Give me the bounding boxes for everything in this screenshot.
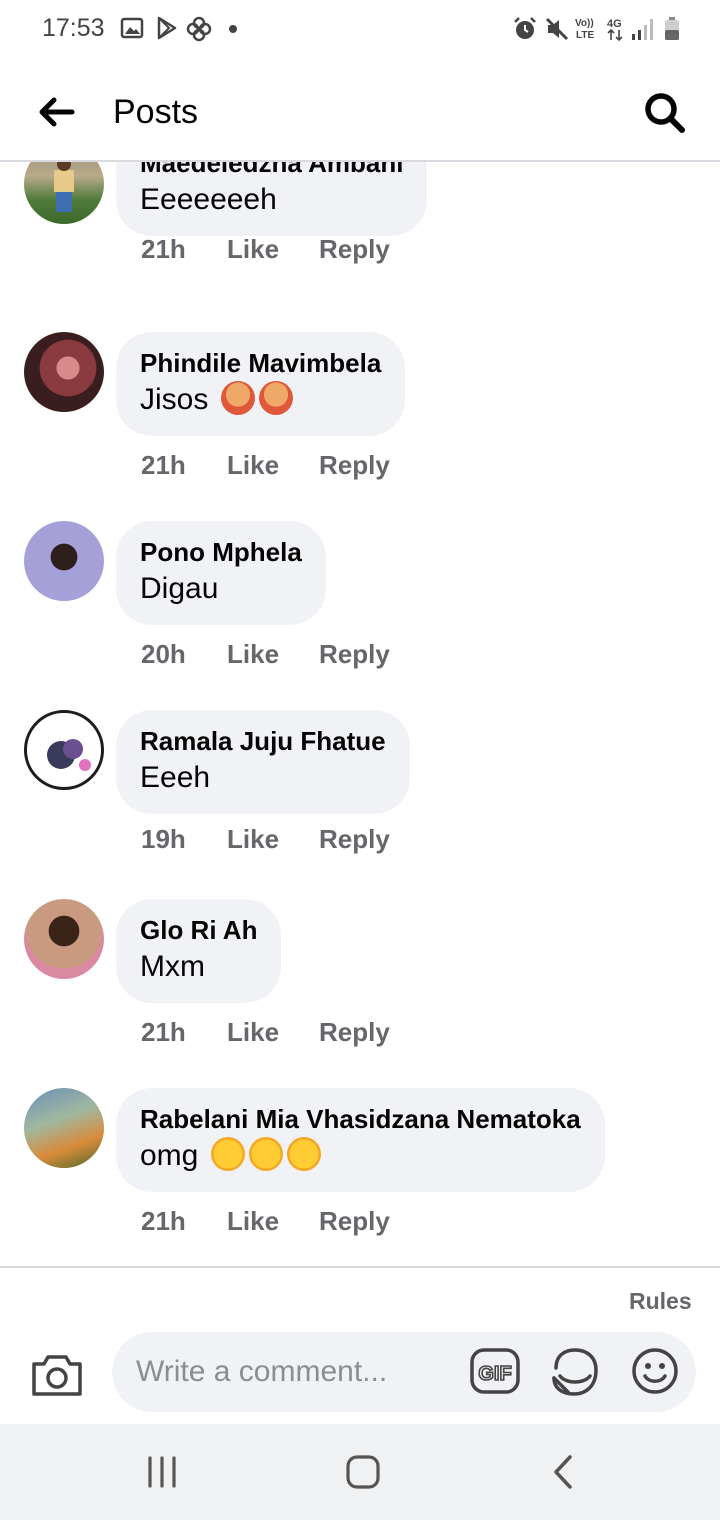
rofl-emoji [248, 1137, 283, 1171]
composer-divider [0, 1266, 720, 1268]
comment-actions: 20h Like Reply [141, 639, 390, 670]
smiley-icon[interactable] [630, 1346, 680, 1396]
comment-text: Jisos [140, 380, 381, 420]
comments-list: Maedeledzha Ambani Eeeeeeeh 21h Like Reply… [0, 162, 720, 1266]
comment-actions: 19h Like Reply [141, 824, 390, 855]
reply-button[interactable]: Reply [319, 1017, 390, 1048]
back-icon[interactable] [542, 1452, 586, 1492]
avatar[interactable] [24, 1088, 104, 1168]
comment-composer: GIF [112, 1332, 696, 1412]
gif-label: GIF [478, 1363, 511, 1385]
comment-author[interactable]: Glo Ri Ah [140, 913, 257, 947]
status-time: 17:53 [42, 14, 105, 42]
search-icon[interactable] [640, 88, 688, 136]
like-button[interactable]: Like [227, 1017, 319, 1048]
sticker-icon[interactable] [550, 1346, 600, 1398]
avatar[interactable] [24, 162, 104, 224]
comment-actions: 21h Like Reply [141, 1206, 390, 1237]
rofl-emoji [210, 1137, 245, 1171]
avatar[interactable] [24, 521, 104, 601]
page-title: Posts [113, 93, 199, 131]
comment-text: Digau [140, 572, 219, 605]
dot-icon [229, 25, 237, 33]
svg-text:4G: 4G [607, 18, 622, 30]
recent-apps-icon[interactable] [140, 1452, 184, 1492]
comment-bubble[interactable]: Maedeledzha Ambani Eeeeeeeh [116, 162, 428, 236]
pinwheel-icon [186, 16, 212, 42]
play-store-icon [157, 16, 177, 40]
reply-button[interactable]: Reply [319, 1206, 390, 1237]
comment-bubble[interactable]: Phindile Mavimbela Jisos [116, 332, 406, 436]
svg-text:Vo)): Vo)) [575, 18, 594, 29]
comment-text: Mxm [140, 950, 205, 983]
like-button[interactable]: Like [227, 234, 319, 265]
rofl-emoji [286, 1137, 321, 1171]
system-nav-bar [0, 1424, 720, 1520]
comment-bubble[interactable]: Pono Mphela Digau [116, 521, 326, 625]
camera-icon[interactable] [30, 1350, 84, 1400]
comment-time[interactable]: 20h [141, 639, 227, 670]
image-icon [120, 17, 144, 39]
like-button[interactable]: Like [227, 824, 319, 855]
comment-time[interactable]: 21h [141, 1017, 227, 1048]
comment-actions: 21h Like Reply [141, 1017, 390, 1048]
signal-icon [632, 19, 653, 40]
reply-button[interactable]: Reply [319, 639, 390, 670]
like-button[interactable]: Like [227, 450, 319, 481]
reply-button[interactable]: Reply [319, 824, 390, 855]
comment-time[interactable]: 21h [141, 450, 227, 481]
comment-author[interactable]: Maedeledzha Ambani [140, 162, 403, 180]
rules-link[interactable]: Rules [629, 1288, 692, 1315]
like-button[interactable]: Like [227, 1206, 319, 1237]
status-bar: 17:53 Vo)) LTE 4G [0, 0, 720, 60]
comment-bubble[interactable]: Glo Ri Ah Mxm [116, 899, 282, 1003]
comment-bubble[interactable]: Rabelani Mia Vhasidzana Nematoka omg [116, 1088, 605, 1192]
avatar[interactable] [24, 332, 104, 412]
arrow-left-icon[interactable] [34, 90, 78, 134]
svg-text:LTE: LTE [576, 30, 594, 41]
mute-icon [545, 17, 569, 41]
app-header: Posts [0, 60, 720, 162]
comment-time[interactable]: 21h [141, 1206, 227, 1237]
alarm-icon [514, 17, 536, 39]
comment-author[interactable]: Rabelani Mia Vhasidzana Nematoka [140, 1102, 581, 1136]
comment-author[interactable]: Ramala Juju Fhatue [140, 724, 386, 758]
comment-author[interactable]: Pono Mphela [140, 535, 302, 569]
comment-actions: 21h Like Reply [141, 450, 390, 481]
volte-icon: Vo)) LTE [575, 18, 594, 41]
reply-button[interactable]: Reply [319, 234, 390, 265]
comment-actions: 21h Like Reply [141, 234, 390, 265]
comment-text: Eeeeeeeh [140, 183, 277, 216]
comment-time[interactable]: 21h [141, 234, 227, 265]
person-gesturing-ok-emoji [220, 381, 255, 415]
avatar[interactable] [24, 899, 104, 979]
battery-icon [665, 17, 679, 40]
comment-input[interactable] [136, 1332, 456, 1412]
comment-time[interactable]: 19h [141, 824, 227, 855]
person-gesturing-ok-emoji [258, 381, 293, 415]
gif-button[interactable]: GIF [470, 1348, 520, 1394]
avatar[interactable] [24, 710, 104, 790]
4g-icon: 4G [607, 18, 623, 42]
comment-bubble[interactable]: Ramala Juju Fhatue Eeeh [116, 710, 410, 814]
comment-text: Eeeh [140, 761, 211, 794]
like-button[interactable]: Like [227, 639, 319, 670]
comment-text: omg [140, 1136, 581, 1176]
comment-author[interactable]: Phindile Mavimbela [140, 346, 381, 380]
home-icon[interactable] [341, 1452, 385, 1492]
reply-button[interactable]: Reply [319, 450, 390, 481]
